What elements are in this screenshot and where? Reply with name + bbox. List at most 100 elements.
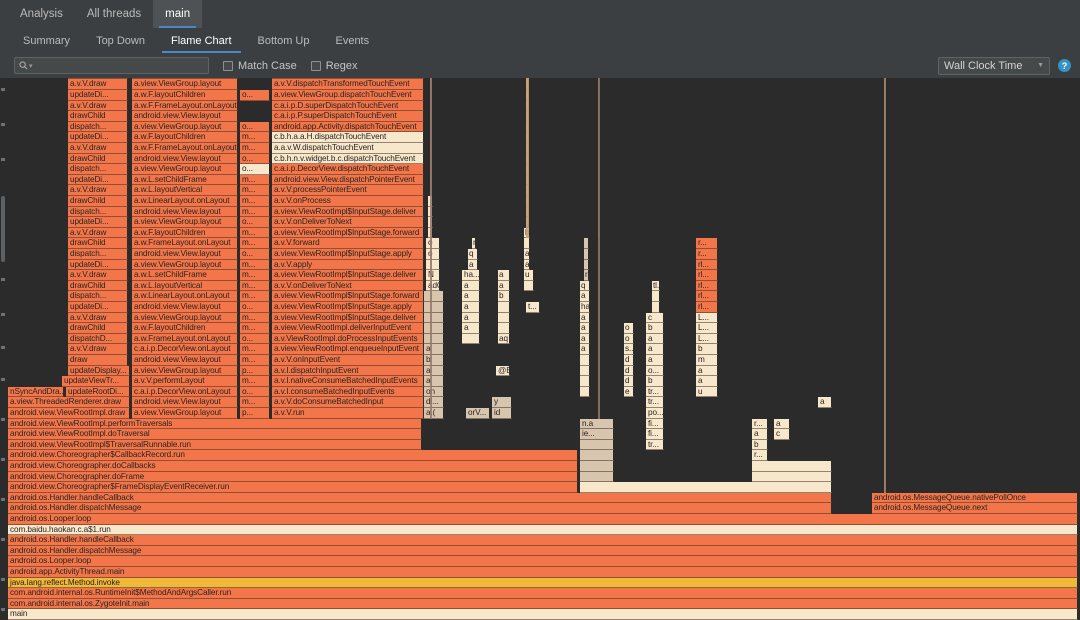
flame-frame[interactable]: updateDi... [68, 217, 128, 228]
flame-frame[interactable]: a.view.ViewGroup.layout [132, 408, 238, 419]
flame-frame[interactable]: drawChild [68, 280, 128, 292]
flame-frame[interactable]: u [524, 270, 534, 281]
flame-frame[interactable]: o... [240, 121, 270, 133]
flame-frame[interactable]: android.view.View.layout [132, 153, 238, 165]
flame-frame[interactable]: a.v.I.dispatchInputEvent [272, 365, 424, 377]
flame-frame[interactable]: android.view.Choreographer$CallbackRecor… [8, 450, 578, 461]
flame-frame[interactable]: rl... [696, 259, 718, 271]
flame-frame[interactable]: a.view.ThreadedRenderer.draw [8, 397, 130, 408]
flame-frame[interactable]: a.v.V.draw [68, 344, 128, 355]
flame-frame[interactable]: d [624, 376, 634, 387]
flame-frame[interactable]: m... [240, 132, 270, 143]
flame-frame[interactable]: c.a.i.p.P.superDispatchTouchEvent [272, 111, 424, 122]
regex-checkbox[interactable] [310, 60, 321, 71]
flame-frame[interactable]: s... [624, 344, 634, 355]
flame-frame[interactable]: b [752, 439, 768, 451]
flame-frame[interactable]: aq [498, 333, 510, 345]
flame-frame[interactable] [524, 238, 530, 249]
flame-frame[interactable]: m... [240, 206, 270, 218]
flame-frame[interactable]: a [462, 302, 480, 313]
regex-option[interactable]: Regex [310, 60, 358, 72]
flame-frame[interactable]: b [646, 376, 664, 387]
flame-spike[interactable] [884, 78, 886, 493]
flame-frame[interactable]: e [624, 386, 634, 398]
flame-frame[interactable] [580, 365, 590, 377]
flame-frame[interactable]: a [818, 397, 832, 408]
flame-frame[interactable] [524, 280, 534, 292]
flame-frame[interactable]: m... [240, 280, 270, 292]
flame-frame[interactable]: drawChild [68, 153, 128, 165]
flame-frame[interactable]: a.view.ViewRootImpl$InputStage.deliver [272, 206, 424, 218]
flame-frame[interactable]: o... [240, 386, 270, 398]
flame-frame[interactable]: android.os.Handler.dispatchMessage [8, 545, 1078, 557]
flame-frame[interactable]: a.view.ViewRootImpl$InputStage.deliver [272, 312, 424, 324]
flame-frame[interactable]: android.os.Handler.handleCallback [8, 492, 832, 504]
flame-frame[interactable]: a.v.V.forward [272, 238, 424, 249]
flame-frame[interactable]: a.v.V.doConsumeBatchedInput [272, 397, 424, 408]
flame-frame[interactable]: o... [240, 164, 270, 175]
flame-frame[interactable]: o... [240, 153, 270, 165]
flame-frame[interactable]: a [462, 280, 480, 292]
match-case-checkbox[interactable] [223, 60, 233, 71]
flame-frame[interactable]: m... [240, 259, 270, 271]
flame-frame[interactable]: on [424, 386, 444, 398]
flame-frame[interactable]: a [580, 312, 590, 324]
flame-frame[interactable]: a.view.ViewRootImpl$InputStage.deliver [272, 270, 424, 281]
flame-frame[interactable]: b [646, 323, 664, 334]
flame-frame[interactable]: a.w.L.layoutVertical [132, 185, 238, 196]
flame-frame[interactable]: a.v.V.apply [272, 259, 424, 271]
flame-frame[interactable]: a.v.V.draw [68, 100, 128, 112]
flame-frame[interactable]: rl... [696, 270, 718, 281]
flame-frame[interactable]: m [696, 355, 718, 366]
flame-frame[interactable]: a.view.ViewRootImpl$InputStage.apply [272, 249, 424, 260]
flame-frame[interactable]: a.v.I.consumeBatchedInputEvents [272, 386, 424, 398]
chevron-down-icon[interactable]: ▼ [1037, 62, 1044, 69]
flame-frame[interactable]: drawChild [68, 238, 128, 249]
flame-frame[interactable]: main [8, 609, 1078, 620]
flame-frame[interactable]: a.w.LinearLayout.onLayout [132, 291, 238, 302]
flame-spike[interactable] [526, 78, 529, 239]
flame-frame[interactable]: android.view.View.layout [132, 249, 238, 260]
flame-frame[interactable]: com.baidu.haokan.c.a$1.run [8, 524, 1078, 536]
tab-flame-chart[interactable]: Flame Chart [158, 28, 245, 53]
flame-frame[interactable]: a.w.L.layoutVertical [132, 280, 238, 292]
flame-frame[interactable]: a.w.F.FrameLayout.onLayout [132, 100, 238, 112]
flame-frame[interactable]: a.v.V.onProcess [272, 196, 424, 207]
help-icon[interactable]: ? [1058, 59, 1071, 72]
flame-frame[interactable]: c.a.i.p.DecorView.onLayout [132, 386, 238, 398]
nav-tab-all-threads[interactable]: All threads [75, 0, 153, 28]
tab-top-down[interactable]: Top Down [83, 28, 158, 53]
flame-frame[interactable]: android.view.Choreographer$FrameDisplayE… [8, 482, 578, 493]
flame-frame[interactable]: a.v.V.run [272, 408, 424, 419]
flame-frame[interactable] [498, 312, 510, 324]
flame-frame[interactable]: id [492, 408, 512, 419]
flame-frame[interactable]: a.w.L.setChildFrame [132, 174, 238, 186]
flame-frame[interactable]: a [580, 333, 590, 345]
search-field-container[interactable]: ▾ [14, 57, 209, 74]
flame-frame[interactable]: android.view.Choreographer.doFrame [8, 471, 578, 483]
flame-frame[interactable]: updateDi... [68, 259, 128, 271]
flame-frame[interactable]: m... [240, 174, 270, 186]
flame-frame[interactable]: d [624, 355, 634, 366]
flame-frame[interactable]: a [752, 429, 768, 440]
flame-frame[interactable]: nSyncAndDra... [8, 386, 64, 398]
flame-frame[interactable]: m... [240, 376, 270, 387]
flame-frame[interactable]: c [774, 429, 790, 440]
nav-tab-main[interactable]: main [153, 0, 203, 28]
flame-frame[interactable]: android.os.Handler.dispatchMessage [8, 503, 832, 514]
flame-frame[interactable]: o... [646, 365, 664, 377]
nav-tab-analysis[interactable]: Analysis [8, 0, 75, 28]
flame-frame[interactable]: a.v.V.draw [68, 185, 128, 196]
flame-frame[interactable]: drawChild [68, 111, 128, 122]
flame-frame[interactable]: a.view.ViewRootImpl.enqueueInputEvent [272, 344, 424, 355]
flame-frame[interactable]: dispatch... [68, 206, 128, 218]
flame-frame[interactable]: a.view.ViewGroup.layout [132, 217, 238, 228]
flame-frame[interactable]: c.a.i.p.DecorView.dispatchTouchEvent [272, 164, 424, 175]
match-case-option[interactable]: Match Case [223, 60, 297, 72]
flame-frame[interactable]: android.view.View.layout [132, 111, 238, 122]
flame-frame[interactable]: m... [240, 227, 270, 239]
flame-frame[interactable]: r... [752, 418, 768, 430]
flame-frame[interactable]: a.w.F.layoutChildren [132, 227, 238, 239]
flame-frame[interactable]: a [580, 291, 590, 302]
flame-frame[interactable]: a [524, 259, 530, 271]
